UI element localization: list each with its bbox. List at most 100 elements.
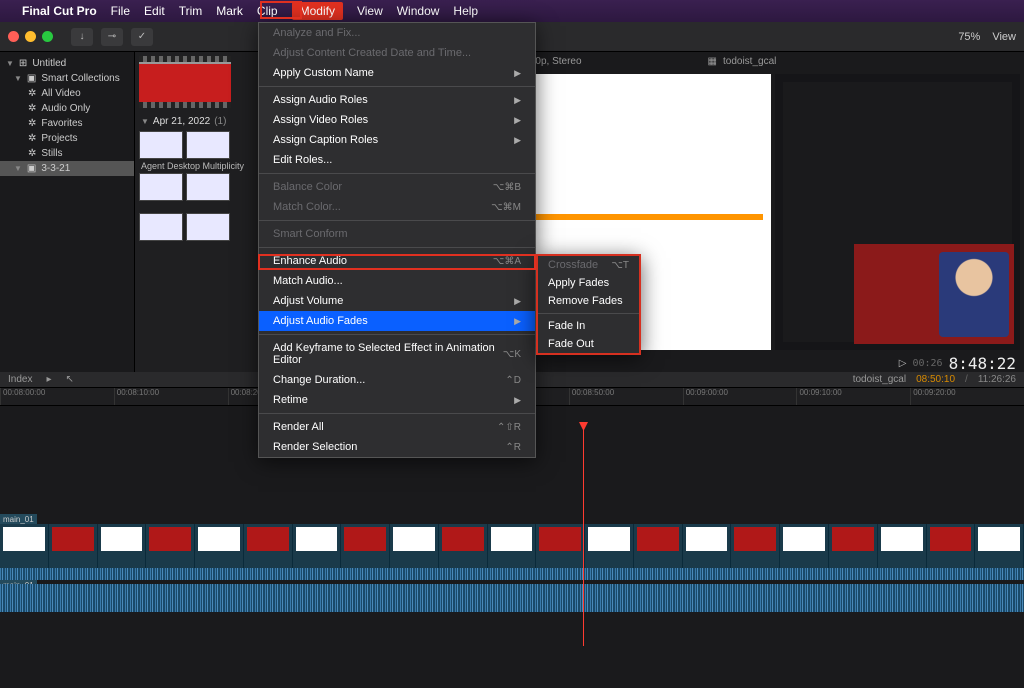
submenu-fade-in[interactable]: Fade In — [538, 317, 639, 335]
video-clip[interactable] — [975, 524, 1024, 568]
menu-edit[interactable]: Edit — [144, 4, 165, 18]
zoom-level[interactable]: 75% — [958, 31, 980, 43]
video-clip[interactable] — [390, 524, 439, 568]
menu-retime[interactable]: Retime▶ — [259, 390, 535, 410]
clip-filmstrip[interactable] — [135, 131, 264, 159]
filmstrip-frame[interactable] — [186, 173, 230, 201]
video-clip[interactable] — [488, 524, 537, 568]
menu-file[interactable]: File — [111, 4, 130, 18]
menu-trim[interactable]: Trim — [179, 4, 203, 18]
menu-add-keyframe[interactable]: Add Keyframe to Selected Effect in Anima… — [259, 338, 535, 370]
video-clip[interactable] — [439, 524, 488, 568]
menu-edit-roles[interactable]: Edit Roles... — [259, 150, 535, 170]
clip-tile[interactable] — [139, 56, 260, 108]
menu-analyze[interactable]: Analyze and Fix... — [259, 23, 535, 43]
disclosure-icon[interactable]: ▼ — [14, 74, 22, 83]
video-clip[interactable] — [341, 524, 390, 568]
video-clip[interactable] — [780, 524, 829, 568]
sidebar-item-stills[interactable]: ✲Stills — [0, 146, 134, 161]
video-clip[interactable] — [293, 524, 342, 568]
sidebar-item-smart[interactable]: ▼ ▣ Smart Collections — [0, 71, 134, 86]
menu-render-selection[interactable]: Render Selection⌃R — [259, 437, 535, 457]
video-clip[interactable] — [536, 524, 585, 568]
view-menu-button[interactable]: View — [992, 31, 1016, 43]
sidebar-item-favorites[interactable]: ✲Favorites — [0, 116, 134, 131]
video-clip[interactable] — [878, 524, 927, 568]
close-button[interactable] — [8, 31, 19, 42]
video-clip[interactable] — [195, 524, 244, 568]
video-clip[interactable] — [927, 524, 976, 568]
sidebar-item-projects[interactable]: ✲Projects — [0, 131, 134, 146]
video-clip[interactable] — [146, 524, 195, 568]
index-button[interactable]: Index — [8, 374, 32, 385]
menu-modify[interactable]: Modify — [292, 2, 343, 20]
menu-enhance-audio[interactable]: Enhance Audio⌥⌘A — [259, 251, 535, 271]
date-group-header[interactable]: ▼ Apr 21, 2022 (1) — [135, 112, 264, 131]
import-button[interactable]: ↓ — [71, 28, 93, 46]
film-icon: ▦ — [708, 56, 717, 67]
fullscreen-button[interactable] — [42, 31, 53, 42]
submenu-apply-fades[interactable]: Apply Fades — [538, 274, 639, 292]
menu-adjust-volume[interactable]: Adjust Volume▶ — [259, 291, 535, 311]
menu-adjust-date[interactable]: Adjust Content Created Date and Time... — [259, 43, 535, 63]
video-clip[interactable] — [683, 524, 732, 568]
arrow-tool-icon[interactable]: ↖ — [66, 374, 74, 385]
sidebar-item-event[interactable]: ▼ ▣ 3-3-21 — [0, 161, 134, 176]
filmstrip-frame[interactable] — [139, 173, 183, 201]
audio-track-main[interactable] — [0, 584, 1024, 612]
menu-smart-conform[interactable]: Smart Conform — [259, 224, 535, 244]
menu-view[interactable]: View — [357, 4, 383, 18]
video-clip[interactable] — [98, 524, 147, 568]
disclosure-icon[interactable]: ▼ — [14, 164, 22, 173]
library-row[interactable]: ▼ ⊞ Untitled — [0, 56, 134, 71]
playhead[interactable] — [583, 422, 584, 646]
menu-mark[interactable]: Mark — [216, 4, 243, 18]
menu-audio-roles[interactable]: Assign Audio Roles▶ — [259, 90, 535, 110]
filmstrip-frame[interactable] — [186, 131, 230, 159]
video-clip[interactable] — [0, 524, 49, 568]
menu-match-color[interactable]: Match Color...⌥⌘M — [259, 197, 535, 217]
menu-window[interactable]: Window — [397, 4, 440, 18]
video-clip[interactable] — [829, 524, 878, 568]
menu-render-all[interactable]: Render All⌃⇧R — [259, 417, 535, 437]
ruler-tick: 00:08:00:00 — [0, 388, 114, 405]
ruler-tick: 00:08:10:00 — [114, 388, 228, 405]
submenu-remove-fades[interactable]: Remove Fades — [538, 292, 639, 310]
menu-clip[interactable]: Clip — [257, 4, 278, 18]
minimize-button[interactable] — [25, 31, 36, 42]
filmstrip-frame[interactable] — [139, 213, 183, 241]
filmstrip-frame[interactable] — [139, 131, 183, 159]
menu-custom-name[interactable]: Apply Custom Name▶ — [259, 63, 535, 83]
filmstrip-frame[interactable] — [186, 213, 230, 241]
partial-timecode: 00:26 — [912, 358, 942, 369]
sidebar-item-audio[interactable]: ✲Audio Only — [0, 101, 134, 116]
menu-change-duration[interactable]: Change Duration...⌃D — [259, 370, 535, 390]
tool-select-icon[interactable]: ▸ — [46, 374, 51, 385]
video-clip[interactable] — [585, 524, 634, 568]
video-track[interactable] — [0, 524, 1024, 568]
video-clip[interactable] — [49, 524, 98, 568]
menu-adjust-audio-fades[interactable]: Adjust Audio Fades▶ — [259, 311, 535, 331]
menu-help[interactable]: Help — [453, 4, 478, 18]
clip-filmstrip[interactable] — [135, 213, 264, 241]
window-controls[interactable] — [8, 31, 53, 42]
keyword-button[interactable]: ⊸ — [101, 28, 123, 46]
play-button[interactable]: ▷ — [899, 358, 907, 369]
audio-track-attached[interactable] — [0, 568, 1024, 580]
submenu-crossfade[interactable]: Crossfade⌥T — [538, 256, 639, 274]
video-clip[interactable] — [731, 524, 780, 568]
clip-filmstrip[interactable] — [135, 173, 264, 201]
disclosure-icon[interactable]: ▼ — [6, 59, 14, 68]
submenu-fade-out[interactable]: Fade Out — [538, 335, 639, 353]
menu-match-audio[interactable]: Match Audio... — [259, 271, 535, 291]
menu-caption-roles[interactable]: Assign Caption Roles▶ — [259, 130, 535, 150]
menu-video-roles[interactable]: Assign Video Roles▶ — [259, 110, 535, 130]
disclosure-icon[interactable]: ▼ — [141, 117, 149, 126]
pip-overlay — [854, 244, 1014, 344]
video-clip[interactable] — [634, 524, 683, 568]
bg-tasks-button[interactable]: ✓ — [131, 28, 153, 46]
app-name[interactable]: Final Cut Pro — [22, 4, 97, 18]
video-clip[interactable] — [244, 524, 293, 568]
sidebar-item-allvideo[interactable]: ✲All Video — [0, 86, 134, 101]
menu-balance-color[interactable]: Balance Color⌥⌘B — [259, 177, 535, 197]
